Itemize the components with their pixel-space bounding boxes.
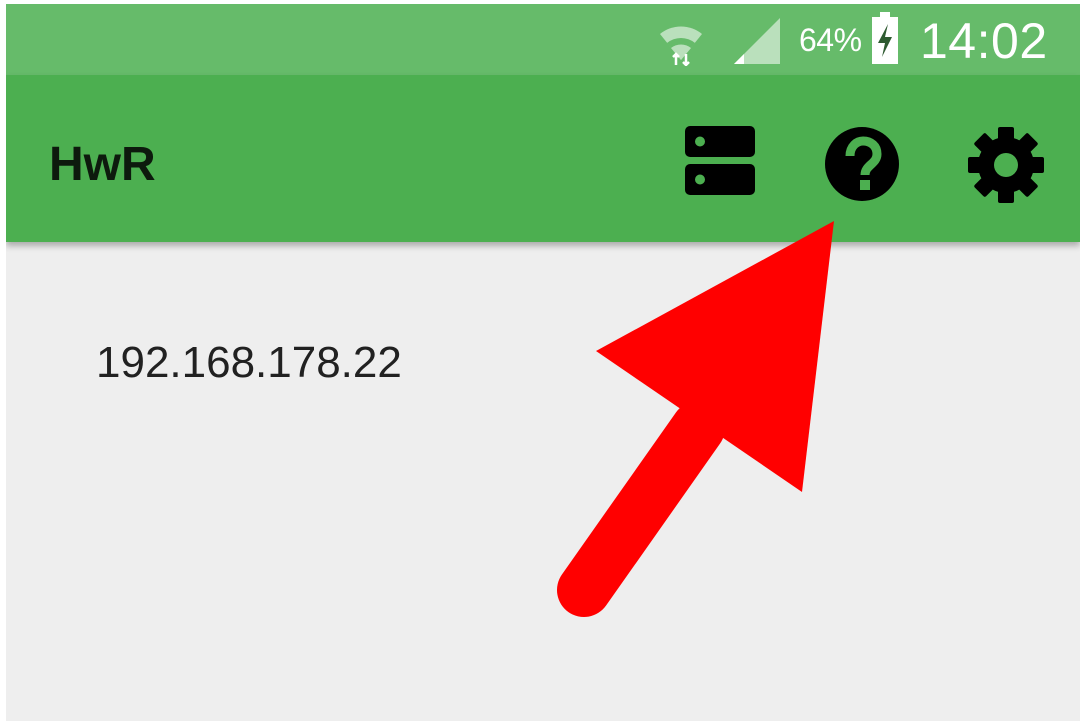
app-title: HwR [49,138,156,191]
app-screen: 64% 14:02 HwR 192.168.178.22 [6,4,1080,721]
server-list: 192.168.178.22 [6,242,1080,721]
signal-icon [734,18,780,64]
wifi-icon [660,26,702,66]
servers-icon[interactable] [682,123,758,199]
clock: 14:02 [920,13,1048,69]
status-bar: 64% 14:02 [6,4,1080,75]
help-icon[interactable] [823,125,901,203]
device-frame: 64% 14:02 HwR 192.168.178.22 [0,0,1080,726]
app-bar: HwR [6,75,1080,242]
list-item[interactable]: 192.168.178.22 [96,338,402,388]
battery-percent: 64% [799,22,862,58]
settings-icon[interactable] [966,125,1046,205]
battery-charging-icon [872,12,898,64]
